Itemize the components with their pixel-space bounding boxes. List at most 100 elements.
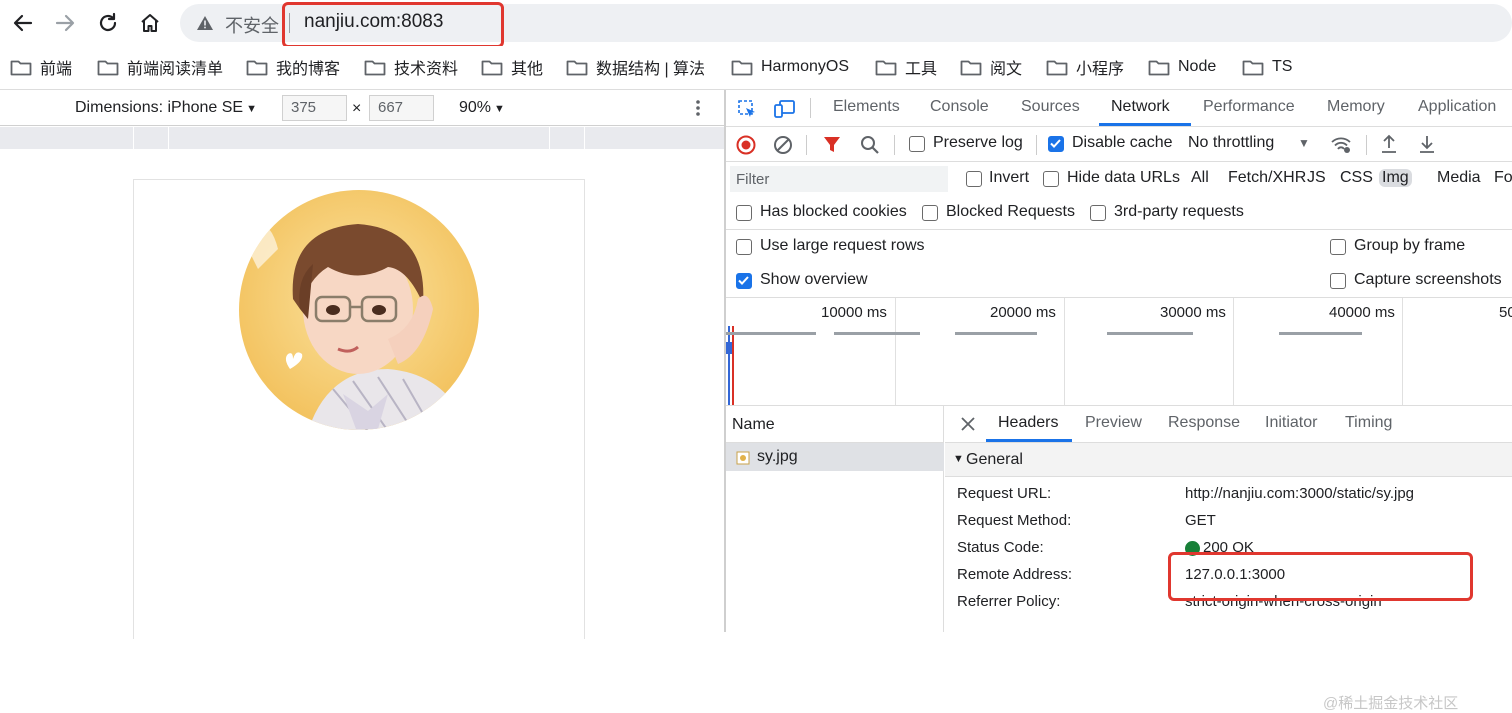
details-tab-timing[interactable]: Timing <box>1345 414 1392 432</box>
preserve-log-checkbox[interactable] <box>909 136 925 152</box>
name-column-header[interactable]: Name <box>732 416 775 434</box>
devtools-panel: Elements Console Sources Network Performance… <box>726 90 1512 712</box>
timeline-activity-bar <box>955 332 1037 335</box>
group-by-frame-checkbox[interactable] <box>1330 239 1346 255</box>
filter-input[interactable]: Filter <box>730 166 948 192</box>
devtools-tabbar: Elements Console Sources Network Performance… <box>726 90 1512 127</box>
throttling-select[interactable]: No throttling <box>1188 134 1274 152</box>
option-checkbox[interactable] <box>922 205 938 221</box>
bookmark-folder[interactable]: 我的博客 <box>246 54 340 80</box>
back-button[interactable] <box>8 8 38 38</box>
general-section-header[interactable]: ▼ General <box>945 443 1512 477</box>
request-row[interactable]: sy.jpg <box>726 443 944 471</box>
bookmark-folder[interactable]: 前端 <box>10 54 72 80</box>
url-highlight-box <box>282 2 504 48</box>
show-overview-checkbox[interactable] <box>736 273 752 289</box>
browser-toolbar: 不安全 nanjiu.com:8083 <box>0 0 1512 48</box>
type-filter-css[interactable]: CSS <box>1340 169 1373 187</box>
bookmark-folder[interactable]: 阅文 <box>960 54 1022 80</box>
bookmark-folder[interactable]: 前端阅读清单 <box>97 54 223 80</box>
invert-checkbox[interactable] <box>966 171 982 187</box>
invert-label: Invert <box>989 169 1030 186</box>
bookmark-label: 其他 <box>511 61 544 78</box>
bookmark-folder[interactable]: 工具 <box>875 54 937 80</box>
more-options-icon[interactable] <box>692 99 704 117</box>
checkmark-icon <box>1050 139 1061 148</box>
avatar-image[interactable] <box>238 189 480 431</box>
details-tab-headers[interactable]: Headers <box>998 414 1058 432</box>
devtools-tab-application[interactable]: Application <box>1418 98 1496 116</box>
option-checkbox[interactable] <box>1090 205 1106 221</box>
devtools-tab-network[interactable]: Network <box>1111 98 1170 116</box>
forward-button[interactable] <box>50 8 80 38</box>
large-rows-checkbox[interactable] <box>736 239 752 255</box>
bookmark-label: TS <box>1272 58 1293 75</box>
close-icon[interactable] <box>961 417 975 431</box>
timeline-activity-bar <box>726 332 816 335</box>
network-conditions-icon[interactable] <box>1330 135 1352 155</box>
bookmark-folder[interactable]: HarmonyOS <box>731 54 849 80</box>
search-icon[interactable] <box>860 135 880 155</box>
folder-icon <box>566 60 588 76</box>
width-input[interactable]: 375 <box>282 95 347 121</box>
filter-icon[interactable] <box>823 136 841 154</box>
times-symbol: × <box>352 100 362 117</box>
capture-screenshots-checkbox[interactable] <box>1330 273 1346 289</box>
details-tab-initiator[interactable]: Initiator <box>1265 414 1317 432</box>
devtools-tab-sources[interactable]: Sources <box>1021 98 1080 116</box>
clear-icon[interactable] <box>773 135 793 155</box>
type-filter-all[interactable]: All <box>1191 169 1209 187</box>
device-emulation-pane: Dimensions: iPhone SE ▼ 375 × 667 90% ▼ <box>0 90 724 639</box>
bookmark-folder[interactable]: TS <box>1242 54 1292 80</box>
bookmark-folder[interactable]: 小程序 <box>1046 54 1124 80</box>
bookmark-folder[interactable]: 数据结构 | 算法 <box>566 54 705 80</box>
details-tab-preview[interactable]: Preview <box>1085 414 1142 432</box>
devtools-tab-performance[interactable]: Performance <box>1203 98 1295 116</box>
inspect-element-icon[interactable] <box>737 99 757 119</box>
height-input[interactable]: 667 <box>369 95 434 121</box>
details-tab-response[interactable]: Response <box>1168 414 1240 432</box>
devtools-tab-memory[interactable]: Memory <box>1327 98 1385 116</box>
timeline-activity-bar <box>1107 332 1193 335</box>
header-value[interactable]: GET <box>1185 512 1216 529</box>
zoom-select[interactable]: 90% ▼ <box>459 99 505 117</box>
bookmark-folder[interactable]: 其他 <box>481 54 543 80</box>
export-har-icon[interactable] <box>1418 134 1436 154</box>
reload-button[interactable] <box>93 8 123 38</box>
type-filter-img[interactable]: Img <box>1379 169 1412 187</box>
bookmark-label: 前端阅读清单 <box>127 61 224 78</box>
timeline-label: 10000 ms <box>821 304 887 321</box>
devtools-tab-console[interactable]: Console <box>930 98 989 116</box>
capture-screenshots-label: Capture screenshots <box>1354 271 1502 288</box>
device-select[interactable]: Dimensions: iPhone SE ▼ <box>75 99 257 117</box>
folder-icon <box>1046 60 1068 76</box>
disable-cache-checkbox[interactable] <box>1048 136 1064 152</box>
timeline-overview[interactable]: 10000 ms 20000 ms 30000 ms 40000 ms 50 <box>726 298 1512 406</box>
bookmark-folder[interactable]: 技术资料 <box>364 54 458 80</box>
active-tab-indicator <box>986 439 1072 442</box>
timeline-gridline <box>895 298 896 405</box>
folder-icon <box>1148 60 1170 76</box>
bookmark-folder[interactable]: Node <box>1148 54 1216 80</box>
header-key: Request URL: <box>957 485 1052 502</box>
type-filter-fo[interactable]: Fo <box>1494 169 1512 187</box>
devtools-tab-elements[interactable]: Elements <box>833 98 900 116</box>
type-filter-js[interactable]: JS <box>1307 169 1326 187</box>
hide-data-urls-checkbox[interactable] <box>1043 171 1059 187</box>
option-label: 3rd-party requests <box>1114 203 1244 220</box>
home-button[interactable] <box>135 8 165 38</box>
device-label: Dimensions: iPhone SE <box>75 99 244 116</box>
import-har-icon[interactable] <box>1380 134 1398 154</box>
type-filter-media[interactable]: Media <box>1437 169 1481 187</box>
option-checkbox[interactable] <box>736 205 752 221</box>
header-value[interactable]: http://nanjiu.com:3000/static/sy.jpg <box>1185 485 1414 502</box>
record-icon[interactable] <box>736 135 756 155</box>
bookmark-label: 阅文 <box>990 61 1023 78</box>
timeline-request-bar <box>726 342 732 354</box>
hide-data-urls-label: Hide data URLs <box>1067 169 1180 186</box>
large-rows-label: Use large request rows <box>760 237 925 254</box>
type-filter-fetchxhr[interactable]: Fetch/XHR <box>1228 169 1306 187</box>
timeline-label: 50 <box>1499 304 1512 321</box>
bookmarks-bar: 前端 前端阅读清单 我的博客 技术资料 其他 数据结构 | 算法 HarmonyOS 工具 阅文… <box>0 46 1512 90</box>
device-toggle-icon[interactable] <box>774 99 796 119</box>
